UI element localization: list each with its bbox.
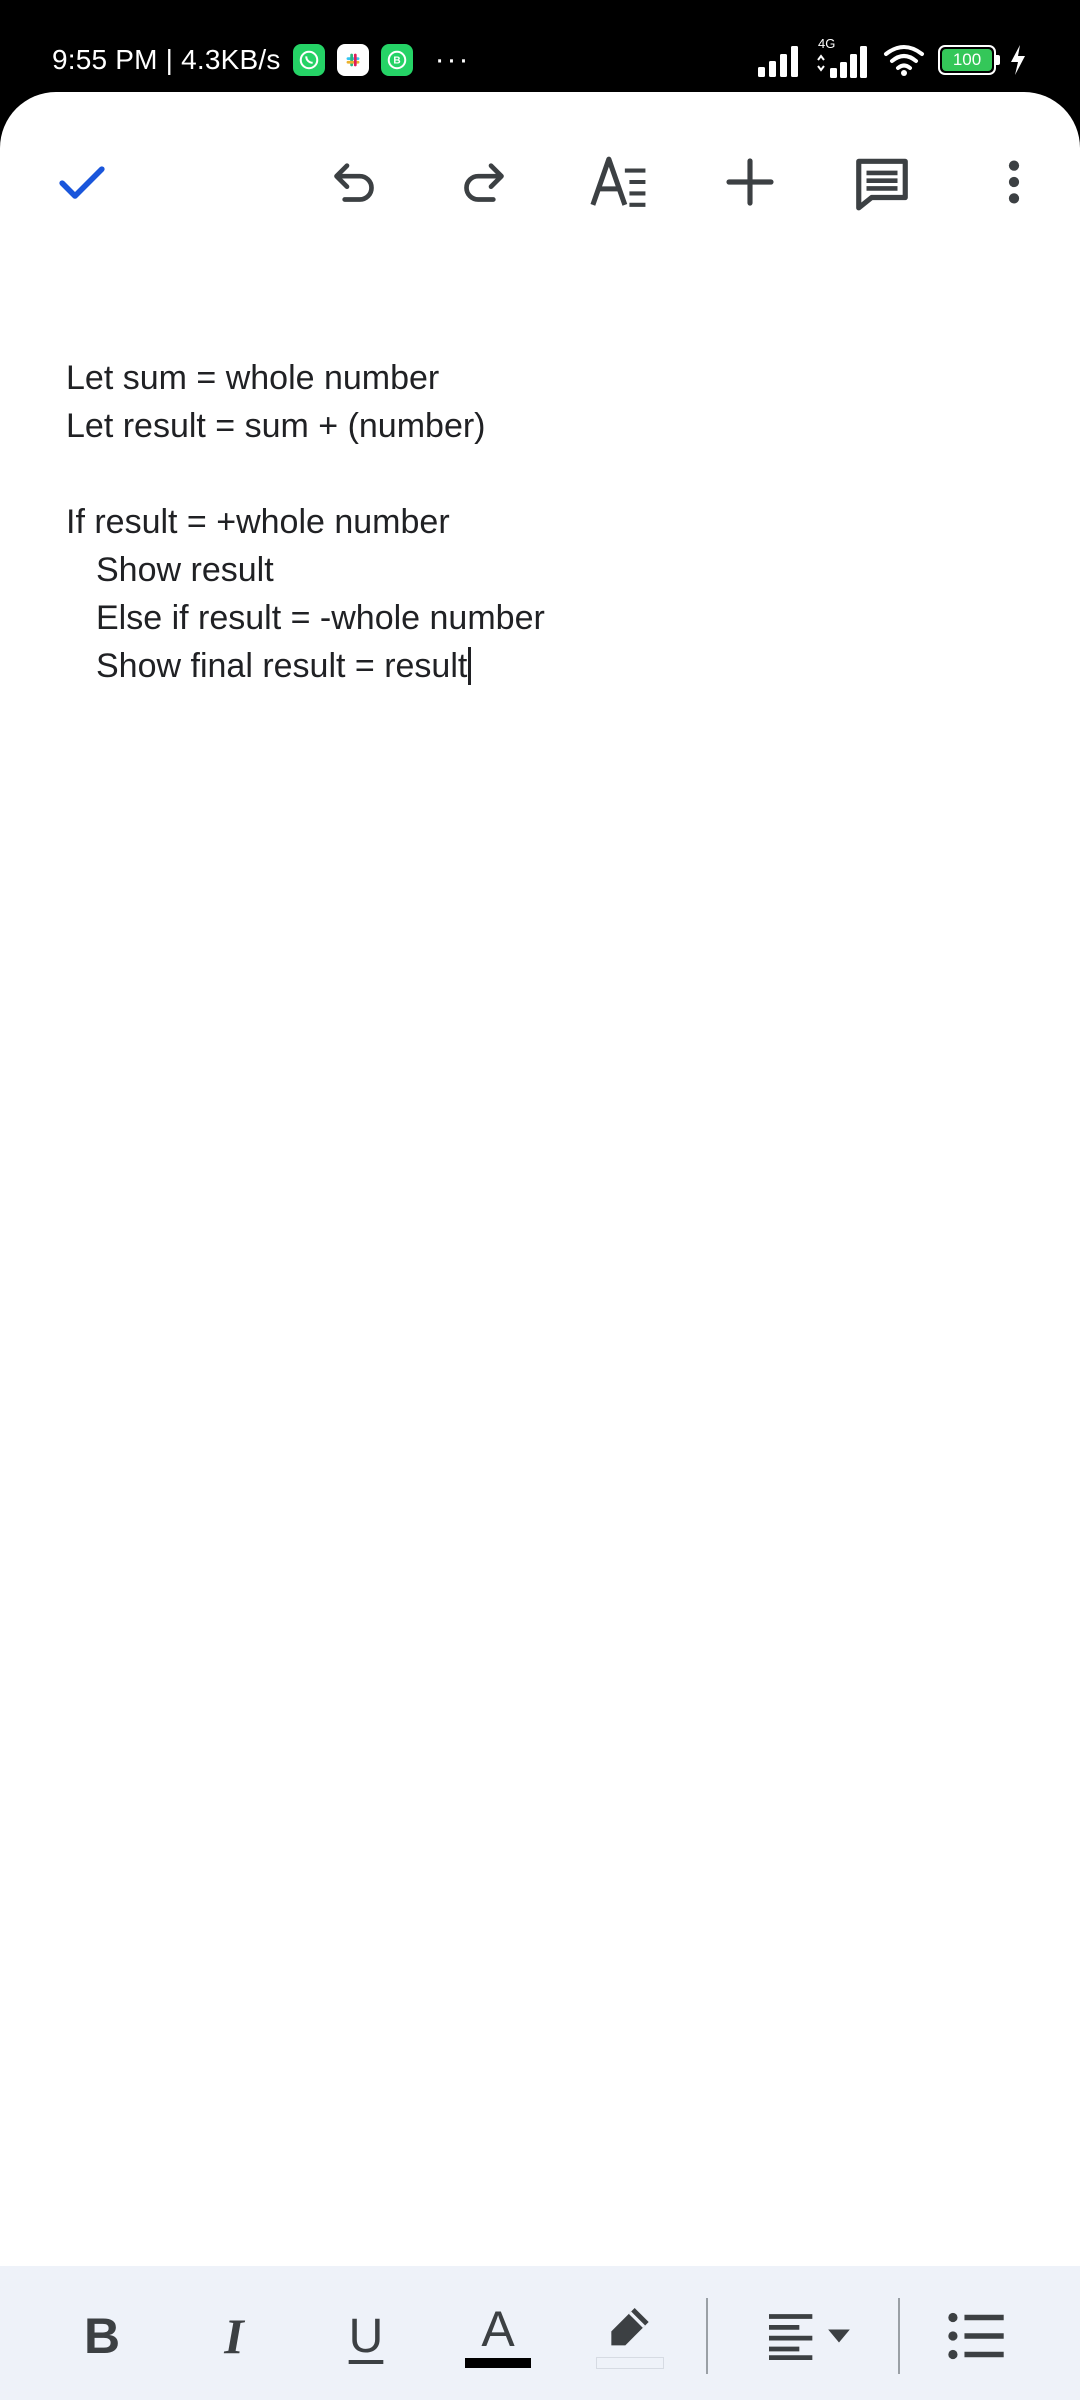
highlight-button[interactable] (590, 2296, 670, 2376)
align-dropdown-button[interactable] (760, 2296, 856, 2376)
text-format-icon (590, 156, 646, 207)
document-sheet: Let sum = whole number Let result = sum … (0, 92, 1080, 2400)
battery-level: 100 (942, 49, 992, 71)
text-color-swatch (465, 2358, 531, 2368)
whatsapp-business-icon: B (380, 44, 413, 76)
bold-button[interactable]: B (62, 2296, 142, 2376)
highlight-swatch (596, 2357, 664, 2369)
divider (706, 2298, 708, 2374)
status-time: 9:55 PM | 4.3KB/s (52, 44, 281, 75)
text-format-button[interactable] (578, 142, 658, 222)
document-body[interactable]: Let sum = whole number Let result = sum … (66, 354, 1040, 690)
italic-icon: I (224, 2308, 244, 2364)
more-vert-icon (1008, 160, 1020, 204)
top-toolbar (0, 92, 1080, 272)
status-left: 9:55 PM | 4.3KB/s B ··· (52, 40, 471, 80)
redo-button[interactable] (444, 142, 524, 222)
doc-line[interactable]: Else if result = -whole number (66, 594, 1040, 642)
doc-line[interactable]: If result = +whole number (66, 498, 1040, 546)
charging-icon (1011, 45, 1025, 75)
bulleted-list-icon (948, 2312, 1004, 2360)
whatsapp-icon (292, 44, 325, 76)
insert-button[interactable] (710, 142, 790, 222)
svg-text:B: B (393, 56, 400, 67)
comment-icon (856, 158, 908, 211)
italic-button[interactable]: I (194, 2296, 274, 2376)
slack-icon (336, 44, 369, 76)
status-right: 4G 100 (756, 36, 1028, 82)
more-options-button[interactable] (974, 142, 1054, 222)
text-color-icon: A (481, 2301, 515, 2357)
insert-plus-icon (726, 158, 774, 206)
divider (898, 2298, 900, 2374)
redo-icon (464, 163, 504, 202)
signal-4g-icon: 4G (814, 36, 870, 80)
doc-line[interactable]: Let sum = whole number (66, 354, 1040, 402)
doc-line-text: Show final result = result (96, 647, 468, 685)
doc-line-blank[interactable] (66, 450, 1040, 498)
more-notifications-icon: ··· (434, 43, 471, 76)
underline-button[interactable]: U (326, 2296, 406, 2376)
underline-icon: U (348, 2309, 384, 2363)
doc-line[interactable]: Show result (66, 546, 1040, 594)
bold-icon: B (83, 2308, 121, 2364)
done-button[interactable] (42, 142, 122, 222)
text-cursor (468, 647, 472, 685)
doc-line[interactable]: Let result = sum + (number) (66, 402, 1040, 450)
comment-button[interactable] (842, 142, 922, 222)
align-left-icon (769, 2314, 813, 2361)
text-color-button[interactable]: A (458, 2296, 538, 2376)
highlight-pen-icon (611, 2308, 649, 2346)
signal-icon (758, 46, 798, 77)
check-icon (59, 166, 105, 199)
chevron-down-icon (828, 2329, 850, 2343)
undo-icon (334, 163, 374, 202)
battery-icon: 100 (938, 45, 1000, 75)
doc-line-last[interactable]: Show final result = result (66, 642, 1040, 690)
bulleted-list-button[interactable] (936, 2296, 1016, 2376)
undo-button[interactable] (314, 142, 394, 222)
formatting-bar: B I U A (0, 2266, 1080, 2400)
wifi-icon (884, 45, 924, 76)
